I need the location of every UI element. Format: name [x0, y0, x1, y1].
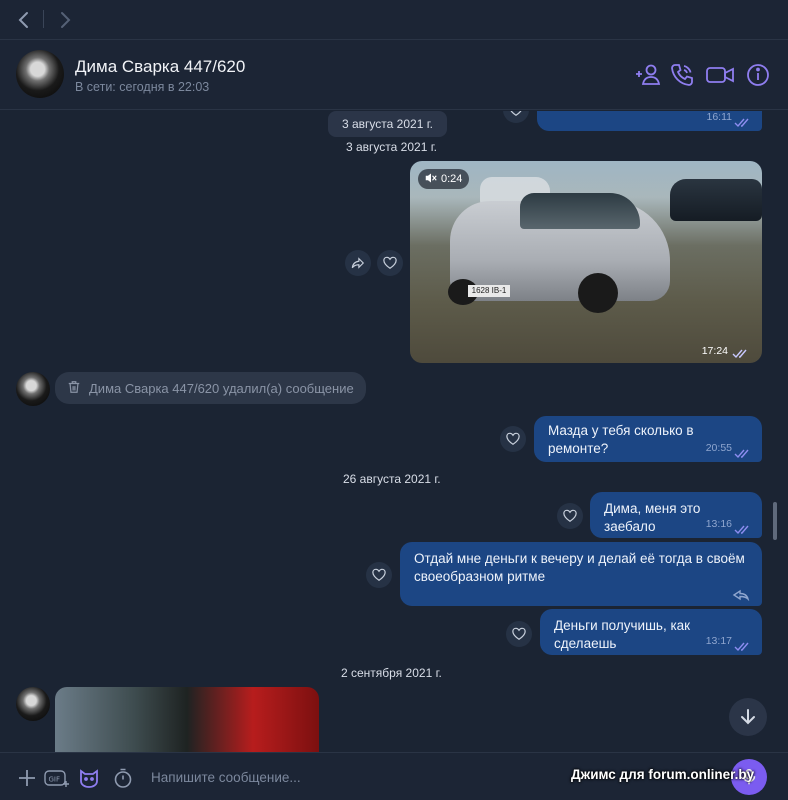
video-message[interactable]: 1628 IB-1 0:24 17:24	[410, 161, 762, 363]
add-participant-icon[interactable]	[636, 62, 662, 88]
message-bubble[interactable]: Отдай мне деньги к вечеру и делай её тог…	[400, 542, 762, 606]
back-arrow-icon[interactable]	[14, 10, 34, 30]
message-time: 17:24	[701, 345, 728, 357]
message-text: Дима, меня это заебало	[604, 501, 701, 534]
contact-avatar[interactable]	[16, 687, 50, 721]
deleted-message-text: Дима Сварка 447/620 удалил(а) сообщение	[89, 380, 354, 396]
like-button[interactable]	[377, 250, 403, 276]
chat-header: Дима Сварка 447/620 В сети: сегодня в 22…	[0, 40, 788, 110]
read-ticks-icon	[734, 115, 752, 128]
contact-status: В сети: сегодня в 22:03	[75, 80, 210, 94]
read-ticks-icon	[734, 446, 752, 459]
car-windshield	[520, 193, 640, 229]
message-time: 13:17	[705, 635, 732, 647]
message-text: Деньги получишь, как сделаешь	[554, 618, 691, 651]
voice-call-icon[interactable]	[669, 62, 695, 88]
gif-icon[interactable]: GIF	[44, 767, 70, 789]
forward-button[interactable]	[345, 250, 371, 276]
sticker-cat-icon[interactable]	[78, 767, 100, 789]
incoming-photo[interactable]	[55, 687, 319, 752]
message-bubble[interactable]: Мазда у тебя сколько в ремонте? 20:55	[534, 416, 762, 462]
date-separator: 2 сентября 2021 г.	[341, 666, 442, 680]
scroll-to-bottom-button[interactable]	[729, 698, 767, 736]
read-ticks-icon	[732, 346, 750, 359]
contact-avatar[interactable]	[16, 50, 64, 98]
video-duration: 0:24	[441, 173, 463, 185]
message-text: Отдай мне деньги к вечеру и делай её тог…	[414, 551, 745, 584]
read-ticks-icon	[734, 639, 752, 652]
video-duration-badge[interactable]: 0:24	[418, 169, 470, 189]
background-car	[670, 179, 762, 221]
like-button[interactable]	[506, 621, 532, 647]
timer-icon[interactable]	[112, 767, 134, 789]
message-bubble[interactable]: Деньги получишь, как сделаешь 13:17	[540, 609, 762, 655]
message-input[interactable]: Напишите сообщение...	[151, 770, 301, 785]
message-time: 20:55	[705, 442, 732, 454]
trash-icon	[67, 380, 81, 397]
message-bubble[interactable]: Дима, меня это заебало 13:16	[590, 492, 762, 538]
like-button[interactable]	[366, 562, 392, 588]
forward-arrow-icon[interactable]	[55, 10, 75, 30]
license-plate: 1628 IB-1	[468, 285, 510, 297]
date-separator: 26 августа 2021 г.	[343, 472, 441, 486]
scrollbar-thumb[interactable]	[773, 502, 777, 540]
read-ticks-icon	[734, 522, 752, 535]
mute-icon[interactable]	[425, 172, 437, 187]
message-text: Мазда у тебя сколько в ремонте?	[548, 423, 694, 456]
date-separator: 3 августа 2021 г.	[346, 140, 437, 154]
like-button[interactable]	[500, 426, 526, 452]
svg-text:GIF: GIF	[49, 776, 61, 784]
message-time: 13:16	[705, 518, 732, 530]
attach-plus-icon[interactable]	[16, 767, 38, 789]
deleted-message-notice: Дима Сварка 447/620 удалил(а) сообщение	[55, 372, 366, 404]
top-navigation	[0, 0, 788, 40]
nav-divider	[43, 10, 44, 28]
floating-date-pill: 3 августа 2021 г.	[328, 111, 447, 137]
video-call-icon[interactable]	[705, 62, 735, 88]
message-list[interactable]: 16:11 3 августа 2021 г. 3 августа 2021 г…	[0, 111, 788, 752]
sending-clock-icon	[732, 588, 750, 602]
forum-watermark: Джимс для forum.onliner.by	[571, 767, 755, 782]
message-bubble[interactable]: 16:11	[537, 111, 762, 131]
contact-name[interactable]: Дима Сварка 447/620	[75, 57, 245, 77]
info-icon[interactable]	[745, 62, 771, 88]
car-wheel	[578, 273, 618, 313]
message-time: 16:11	[706, 111, 733, 123]
like-button[interactable]	[503, 111, 529, 123]
like-button[interactable]	[557, 503, 583, 529]
contact-avatar[interactable]	[16, 372, 50, 406]
